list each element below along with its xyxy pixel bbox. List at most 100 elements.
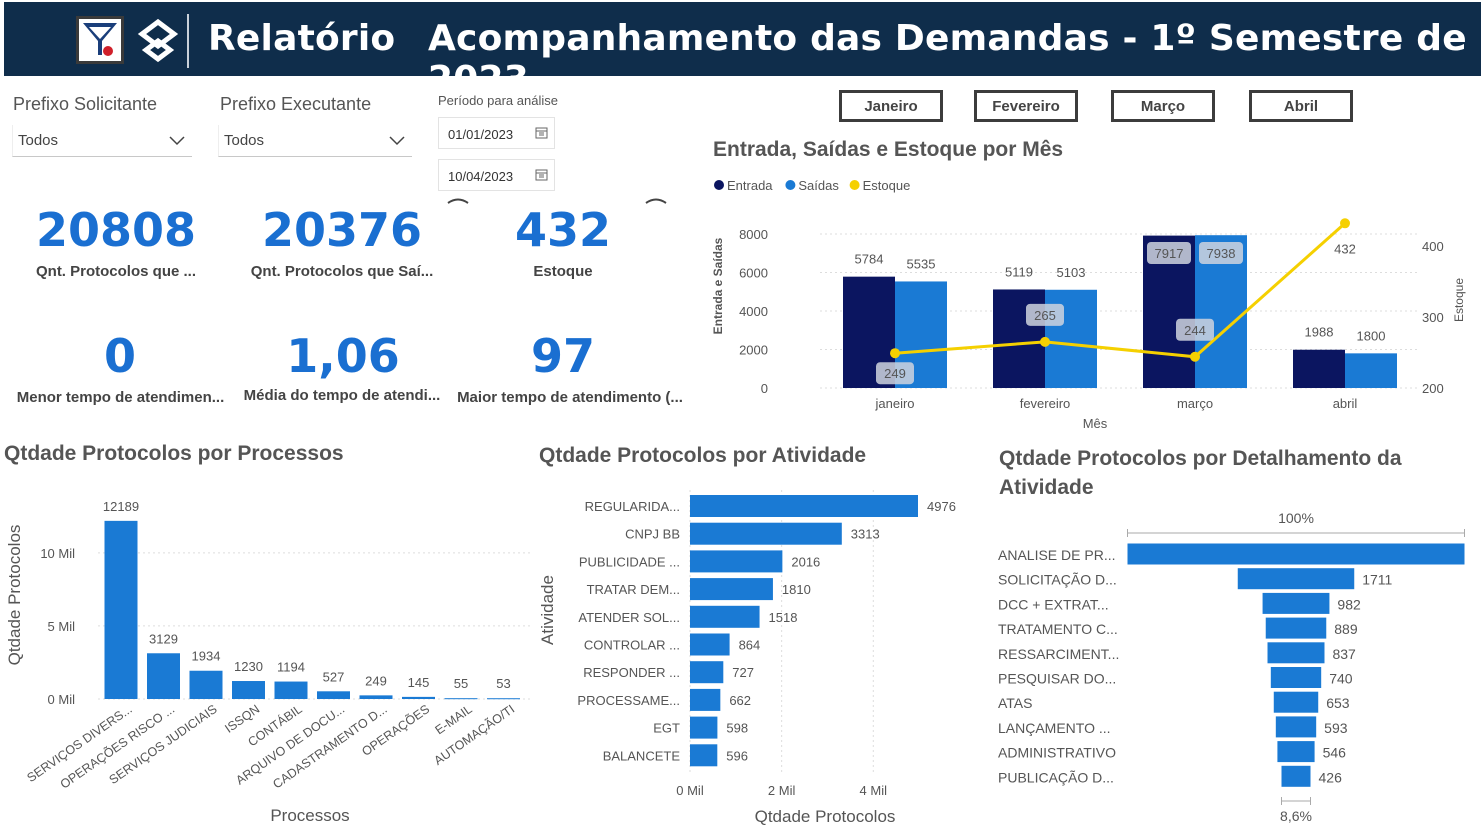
funnel-top-label: 100% bbox=[1278, 510, 1314, 526]
data-label: 593 bbox=[1324, 720, 1348, 736]
y-tick-label: CNPJ BB bbox=[625, 527, 680, 542]
bar-processo[interactable] bbox=[147, 653, 180, 699]
bar-atividade[interactable] bbox=[690, 522, 842, 545]
kpi-maior-tempo-label: Maior tempo de atendimento (... bbox=[457, 389, 683, 406]
funnel-bar[interactable] bbox=[1273, 691, 1319, 713]
prefixo-executante-label: Prefixo Executante bbox=[220, 94, 372, 114]
bar-atividade[interactable] bbox=[690, 605, 760, 628]
bar-atividade[interactable] bbox=[690, 661, 724, 684]
data-label: 55 bbox=[454, 676, 468, 691]
data-label: 546 bbox=[1323, 745, 1347, 761]
legend-label: Saídas bbox=[798, 178, 839, 193]
prefixo-executante-dropdown[interactable]: Todos bbox=[218, 125, 412, 157]
month-button-marco[interactable]: Março bbox=[1111, 90, 1215, 122]
atividade-chart: Atividade Qtdade Protocolos 0 Mil 2 Mil 4 Mi… bbox=[538, 490, 956, 826]
y-tick-label: 10 Mil bbox=[40, 546, 75, 561]
bar-saidas[interactable] bbox=[1345, 353, 1397, 388]
bar-processo[interactable] bbox=[274, 681, 308, 699]
funnel-bar[interactable] bbox=[1267, 642, 1325, 664]
bar-processo[interactable] bbox=[104, 520, 138, 699]
bar-atividade[interactable] bbox=[690, 688, 721, 711]
data-label: 982 bbox=[1337, 596, 1361, 612]
data-label: 2016 bbox=[791, 554, 820, 569]
bar-atividade[interactable] bbox=[690, 495, 918, 517]
processos-chart: 0 Mil 5 Mil 10 Mil Qtdade Protocolos Process… bbox=[5, 499, 530, 825]
data-label-estoque: 265 bbox=[1034, 308, 1056, 323]
y-tick-label: REGULARIDA... bbox=[585, 499, 680, 514]
data-label-saidas: 1800 bbox=[1357, 328, 1386, 343]
data-label-estoque: 432 bbox=[1334, 241, 1356, 256]
data-label: 727 bbox=[732, 665, 754, 680]
bank-logo bbox=[136, 16, 182, 64]
chevron-down-icon bbox=[389, 136, 405, 146]
monthly-chart: Entrada Saídas Estoque 0 2000 4000 6000 8000 200… bbox=[711, 178, 1466, 431]
data-label-estoque: 249 bbox=[884, 366, 906, 381]
funnel-bar[interactable] bbox=[1262, 592, 1330, 614]
bar-processo[interactable] bbox=[317, 691, 350, 699]
funnel-category-label: ADMINISTRATIVO bbox=[998, 745, 1116, 761]
funnel-bar[interactable] bbox=[1277, 741, 1315, 763]
bar-processo[interactable] bbox=[359, 695, 393, 699]
data-label-saidas: 5535 bbox=[907, 256, 936, 271]
estoque-point[interactable] bbox=[890, 348, 900, 359]
funnel-bar[interactable] bbox=[1265, 617, 1327, 639]
bar-processo[interactable] bbox=[232, 681, 265, 699]
end-date-input[interactable]: 10/04/2023 bbox=[438, 159, 555, 191]
bar-entrada[interactable] bbox=[1293, 349, 1345, 388]
month-button-abril[interactable]: Abril bbox=[1249, 90, 1353, 122]
funnel-bottom-label: 8,6% bbox=[1280, 808, 1312, 824]
data-label: 596 bbox=[726, 748, 748, 763]
y-tick-label: PROCESSAME... bbox=[577, 693, 680, 708]
bar-atividade[interactable] bbox=[690, 633, 730, 656]
data-label: 662 bbox=[729, 693, 751, 708]
estoque-line bbox=[894, 222, 1346, 359]
chevron-down-icon bbox=[169, 136, 185, 146]
data-label: 1711 bbox=[1362, 572, 1392, 588]
y-tick-label: PUBLICIDADE ... bbox=[579, 554, 680, 569]
funnel-category-label: SOLICITAÇÃO D... bbox=[998, 572, 1117, 588]
calendar-icon[interactable] bbox=[535, 126, 548, 139]
bar-processo[interactable] bbox=[444, 698, 478, 700]
bar-atividade[interactable] bbox=[690, 716, 718, 739]
y-tick-label: 8000 bbox=[739, 227, 768, 242]
data-label-entrada: 7917 bbox=[1155, 246, 1184, 261]
bar-atividade[interactable] bbox=[690, 550, 783, 573]
funnel-category-label: ATAS bbox=[998, 695, 1033, 711]
funnel-bar[interactable] bbox=[1275, 716, 1317, 738]
data-label: 889 bbox=[1334, 621, 1358, 637]
bar-atividade[interactable] bbox=[690, 744, 718, 767]
funnel-bar[interactable] bbox=[1281, 765, 1311, 787]
bar-processo[interactable] bbox=[402, 696, 435, 699]
y2-axis-label: Estoque bbox=[1452, 278, 1466, 322]
y-axis-label: Atividade bbox=[538, 575, 557, 645]
funnel-category-label: PUBLICAÇÃO D... bbox=[998, 769, 1114, 785]
prefixo-solicitante-label: Prefixo Solicitante bbox=[13, 94, 158, 114]
legend-label: Entrada bbox=[727, 178, 773, 193]
bar-atividade[interactable] bbox=[690, 578, 773, 601]
company-logo bbox=[76, 16, 124, 64]
calendar-icon[interactable] bbox=[535, 168, 548, 181]
prefixo-solicitante-dropdown[interactable]: Todos bbox=[12, 125, 192, 157]
legend-label: Estoque bbox=[863, 178, 911, 193]
month-button-janeiro[interactable]: Janeiro bbox=[839, 90, 943, 122]
prefixo-executante-value: Todos bbox=[224, 132, 265, 149]
funnel-bar[interactable] bbox=[1237, 568, 1355, 590]
y-tick-label: 4000 bbox=[739, 304, 768, 319]
data-label-entrada: 1988 bbox=[1305, 325, 1334, 340]
estoque-point[interactable] bbox=[1340, 218, 1350, 229]
x-tick-label: 4 Mil bbox=[860, 783, 888, 798]
kpi-menor-tempo-label: Menor tempo de atendimen... bbox=[16, 389, 225, 406]
x-tick-label: abril bbox=[1333, 396, 1358, 411]
monthly-legend[interactable]: Entrada Saídas Estoque bbox=[714, 178, 910, 193]
funnel-bar[interactable] bbox=[1270, 667, 1322, 688]
start-date-input[interactable]: 01/01/2023 bbox=[438, 117, 555, 149]
estoque-point[interactable] bbox=[1190, 351, 1200, 362]
bar-processo[interactable] bbox=[189, 670, 223, 699]
kpi-entrada-label: Qnt. Protocolos que ... bbox=[35, 263, 196, 280]
estoque-point[interactable] bbox=[1040, 336, 1050, 347]
bar-processo[interactable] bbox=[487, 698, 520, 700]
data-label: 145 bbox=[408, 675, 430, 690]
funnel-category-label: ANALISE DE PR... bbox=[998, 547, 1115, 563]
month-button-fevereiro[interactable]: Fevereiro bbox=[974, 90, 1078, 122]
funnel-bar[interactable] bbox=[1127, 543, 1465, 565]
